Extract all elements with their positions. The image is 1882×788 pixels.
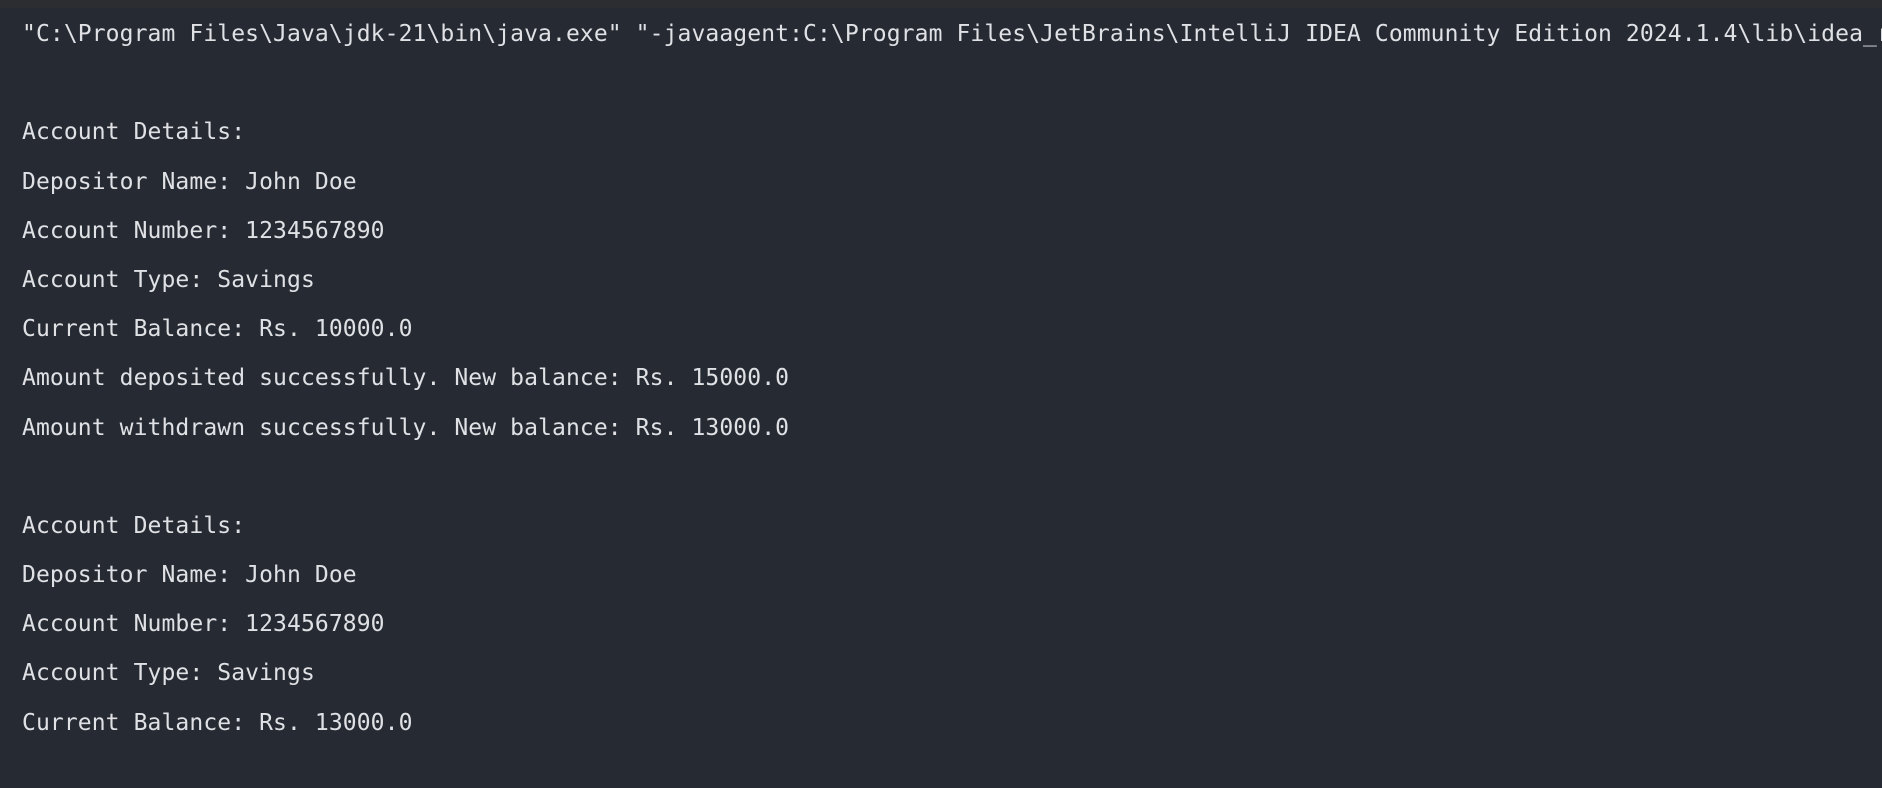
run-console-output[interactable]: "C:\Program Files\Java\jdk-21\bin\java.e… [0, 0, 1882, 788]
console-line-account-number: Account Number: 1234567890 [22, 217, 385, 244]
console-line-account-number: Account Number: 1234567890 [22, 611, 385, 638]
console-line-depositor-name: Depositor Name: John Doe [22, 562, 357, 589]
console-line-withdraw-message: Amount withdrawn successfully. New balan… [22, 414, 790, 441]
console-command-line: "C:\Program Files\Java\jdk-21\bin\java.e… [22, 21, 1882, 47]
console-line-account-type: Account Type: Savings [22, 266, 315, 293]
console-line-deposit-message: Amount deposited successfully. New balan… [22, 365, 790, 392]
console-line-depositor-name: Depositor Name: John Doe [22, 168, 357, 195]
console-top-border [0, 0, 1882, 8]
console-line-account-details-heading: Account Details: [22, 512, 246, 539]
console-line-current-balance: Current Balance: Rs. 13000.0 [22, 709, 413, 736]
console-line-current-balance: Current Balance: Rs. 10000.0 [22, 316, 413, 343]
console-line-account-details-heading: Account Details: [22, 119, 246, 146]
console-lines: "C:\Program Files\Java\jdk-21\bin\java.e… [22, 14, 1882, 752]
console-line-account-type: Account Type: Savings [22, 660, 315, 687]
